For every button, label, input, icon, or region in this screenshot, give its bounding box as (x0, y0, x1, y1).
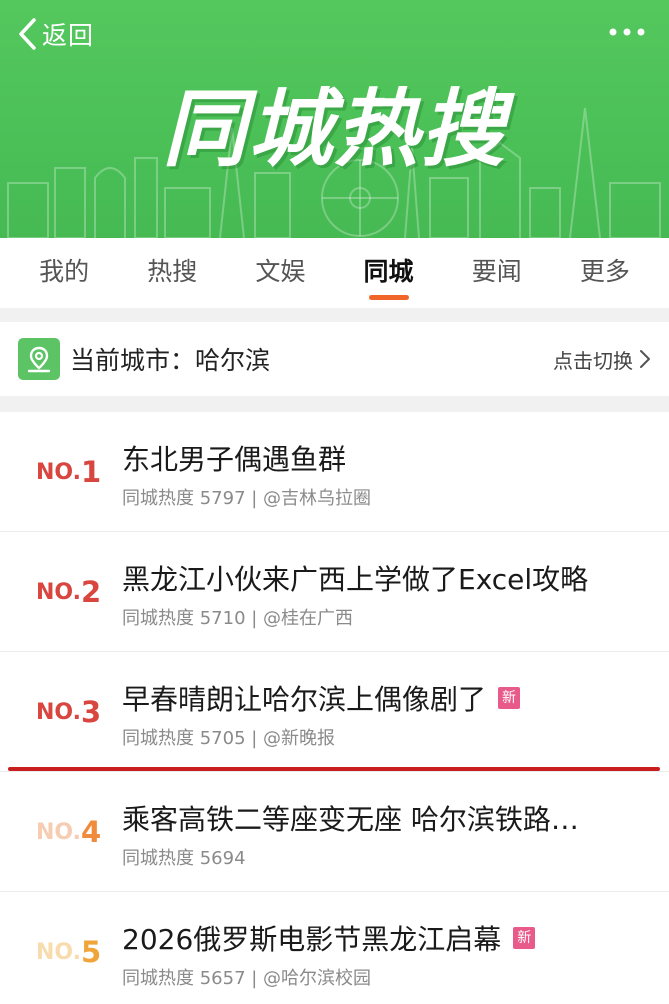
section-divider (0, 396, 669, 412)
tab-news[interactable]: 要闻 (462, 238, 532, 308)
header-banner: 返回 同城热搜 (0, 0, 669, 238)
list-item[interactable]: NO. 2 黑龙江小伙来广西上学做了Excel攻略 同城热度 5710 | @桂在… (0, 532, 669, 652)
item-title: 2026俄罗斯电影节黑龙江启幕 新 (122, 918, 536, 958)
tab-hot-search[interactable]: 热搜 (137, 238, 207, 308)
rank-label: NO. 1 (36, 455, 102, 489)
more-dots-icon[interactable] (607, 22, 647, 42)
tab-entertainment[interactable]: 文娱 (245, 238, 315, 308)
chevron-right-icon (640, 350, 650, 368)
tab-more[interactable]: 更多 (570, 238, 640, 308)
list-item[interactable]: NO. 1 东北男子偶遇鱼群 同城热度 5797 | @吉林乌拉圈 (0, 412, 669, 532)
item-meta: 同城热度 5710 | @桂在广西 (122, 608, 354, 629)
item-title: 乘客高铁二等座变无座 哈尔滨铁路… (122, 803, 579, 836)
list-item[interactable]: NO. 3 早春晴朗让哈尔滨上偶像剧了 新 同城热度 5705 | @新晚报 (0, 652, 669, 772)
hot-search-list: NO. 1 东北男子偶遇鱼群 同城热度 5797 | @吉林乌拉圈 NO. 2 黑龙… (0, 412, 669, 1004)
tab-mine[interactable]: 我的 (29, 238, 99, 308)
red-separator-line (8, 767, 660, 771)
back-label: 返回 (42, 21, 95, 50)
item-meta: 同城热度 5797 | @吉林乌拉圈 (122, 488, 372, 509)
new-badge: 新 (513, 927, 536, 949)
switch-city-button[interactable]: 点击切换 (553, 345, 651, 374)
item-title: 早春晴朗让哈尔滨上偶像剧了 新 (122, 678, 521, 718)
item-title: 东北男子偶遇鱼群 (122, 443, 347, 476)
list-item[interactable]: NO. 5 2026俄罗斯电影节黑龙江启幕 新 同城热度 5657 | @哈尔滨校… (0, 892, 669, 1004)
list-item[interactable]: NO. 4 乘客高铁二等座变无座 哈尔滨铁路… 同城热度 5694 (0, 772, 669, 892)
item-title: 黑龙江小伙来广西上学做了Excel攻略 (122, 563, 589, 596)
current-city-bar: 当前城市：哈尔滨 点击切换 (0, 322, 669, 396)
switch-city-label: 点击切换 (553, 348, 633, 373)
rank-label: NO. 3 (36, 695, 102, 729)
tab-local[interactable]: 同城 (354, 238, 424, 308)
banner-title: 同城热搜 (162, 80, 507, 178)
section-divider (0, 308, 669, 322)
item-meta: 同城热度 5694 (122, 848, 246, 869)
chevron-left-icon (19, 18, 36, 50)
current-city-label: 当前城市：哈尔滨 (70, 346, 271, 375)
back-button[interactable]: 返回 (14, 14, 94, 54)
rank-label: NO. 5 (36, 935, 102, 969)
location-pin-icon (18, 338, 60, 380)
new-badge: 新 (498, 687, 521, 709)
rank-label: NO. 4 (36, 815, 102, 849)
rank-label: NO. 2 (36, 575, 102, 609)
category-tabs: 我的 热搜 文娱 同城 要闻 更多 (0, 238, 669, 308)
item-meta: 同城热度 5705 | @新晚报 (122, 728, 336, 749)
item-meta: 同城热度 5657 | @哈尔滨校园 (122, 968, 372, 989)
